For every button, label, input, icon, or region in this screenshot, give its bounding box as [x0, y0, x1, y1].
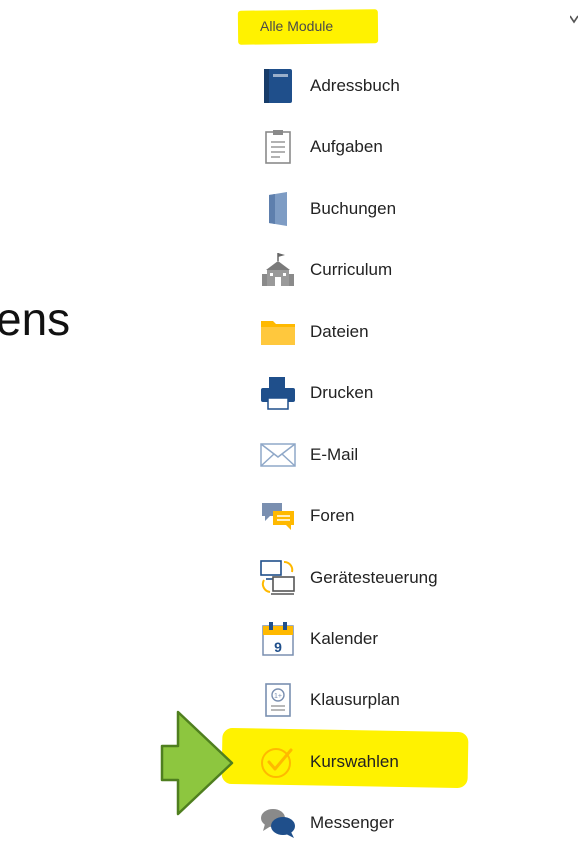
calendar-icon: 9: [256, 617, 300, 661]
module-label: Kurswahlen: [310, 752, 399, 771]
module-item-messenger[interactable]: Messenger: [256, 801, 506, 845]
module-label: Aufgaben: [310, 137, 383, 156]
svg-text:1+: 1+: [274, 693, 282, 700]
module-label: Curriculum: [310, 260, 393, 279]
messenger-bubbles-icon: [256, 801, 300, 845]
module-label: Messenger: [310, 813, 395, 832]
folder-icon: [256, 310, 300, 354]
forum-chat-icon: [256, 494, 300, 538]
module-item-e-mail[interactable]: E-Mail: [256, 433, 506, 477]
module-item-dateien[interactable]: Dateien: [256, 310, 506, 354]
device-control-icon: [256, 556, 300, 600]
booking-door-icon: [256, 187, 300, 231]
school-building-icon: [256, 248, 300, 292]
printer-icon: [256, 371, 300, 415]
module-label: Klausurplan: [310, 690, 400, 709]
clipboard-icon: [256, 125, 300, 169]
module-item-kurswahlen[interactable]: Kurswahlen: [256, 740, 506, 784]
module-item-buchungen[interactable]: Buchungen: [256, 187, 506, 231]
module-item-geraetesteuerung[interactable]: Gerätesteuerung: [256, 556, 506, 600]
module-label: Dateien: [310, 322, 369, 341]
module-label: Kalender: [310, 629, 379, 648]
module-label: Foren: [310, 506, 355, 525]
module-label: Buchungen: [310, 199, 397, 218]
module-list: Adressbuch Aufgaben Buchungen Curriculum…: [0, 0, 579, 843]
module-item-foren[interactable]: Foren: [256, 494, 506, 538]
module-label: Gerätesteuerung: [310, 568, 438, 587]
module-item-kalender[interactable]: 9 Kalender: [256, 617, 506, 661]
module-item-aufgaben[interactable]: Aufgaben: [256, 125, 506, 169]
module-label: Drucken: [310, 383, 374, 402]
module-item-curriculum[interactable]: Curriculum: [256, 248, 506, 292]
exam-plan-icon: 1+: [256, 678, 300, 722]
checkmark-circle-icon: [256, 740, 300, 784]
module-item-klausurplan[interactable]: 1+ Klausurplan: [256, 678, 506, 722]
svg-text:9: 9: [274, 639, 282, 655]
module-item-drucken[interactable]: Drucken: [256, 371, 506, 415]
envelope-icon: [256, 433, 300, 477]
address-book-icon: [256, 64, 300, 108]
module-label: E-Mail: [310, 445, 359, 464]
module-item-adressbuch[interactable]: Adressbuch: [256, 64, 506, 108]
module-label: Adressbuch: [310, 76, 400, 95]
